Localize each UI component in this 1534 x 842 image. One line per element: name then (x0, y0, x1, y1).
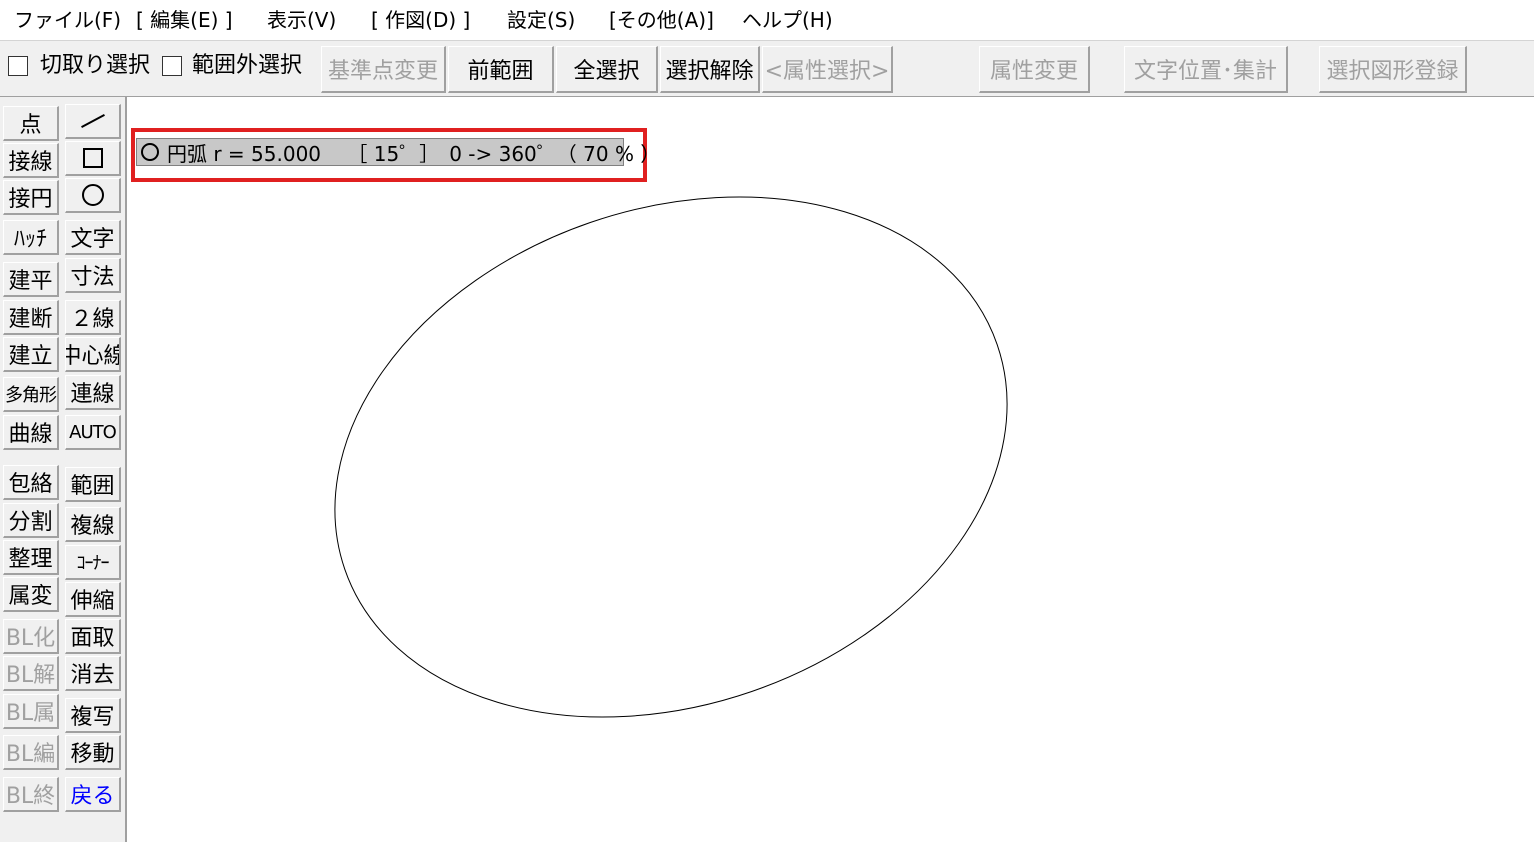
cut-select-checkbox[interactable] (8, 56, 28, 76)
outside-select-checkbox[interactable] (162, 56, 182, 76)
tool-circle[interactable] (65, 178, 121, 213)
tool-palette: 点 接線 接円 ﾊｯﾁ 建平 建断 建立 多角形 曲線 包絡 分割 整理 属変 … (0, 97, 127, 842)
tool-tangent-circle[interactable]: 接円 (3, 180, 59, 215)
tool-offset-line[interactable]: 複線 (65, 507, 121, 542)
tool-copy[interactable]: 複写 (65, 698, 121, 733)
circle-shape[interactable] (264, 110, 1078, 804)
tool-organize[interactable]: 整理 (3, 540, 59, 575)
tool-curve[interactable]: 曲線 (3, 415, 59, 450)
tool-stretch[interactable]: 伸縮 (65, 582, 121, 617)
menu-settings[interactable]: 設定(S) (507, 7, 575, 33)
tool-hatch[interactable]: ﾊｯﾁ (3, 220, 59, 255)
tool-block-edit[interactable]: BL編 (3, 735, 59, 770)
toolbar: 切取り選択 範囲外選択 基準点変更 前範囲 全選択 選択解除 <属性選択> 属性… (0, 40, 1534, 97)
tool-block-explode[interactable]: BL解 (3, 656, 59, 691)
tool-tangent-line[interactable]: 接線 (3, 143, 59, 178)
tool-undo[interactable]: 戻る (65, 777, 121, 812)
status-text: 円弧 r = 55.000 ［ 15゜］ 0 -> 360゜（ 70 % ） (167, 141, 661, 166)
menu-help[interactable]: ヘルプ(H) (742, 7, 833, 33)
menu-other[interactable]: [その他(A)] (609, 7, 714, 33)
rectangle-icon (82, 148, 103, 168)
status-readout: 円弧 r = 55.000 ［ 15゜］ 0 -> 360゜（ 70 % ） (136, 138, 660, 166)
tool-text[interactable]: 文字 (65, 220, 121, 255)
tool-move[interactable]: 移動 (65, 735, 121, 770)
text-position-total-button[interactable]: 文字位置･集計 (1124, 46, 1288, 93)
tool-corner[interactable]: ｺｰﾅｰ (65, 545, 121, 580)
tool-arch-elevation[interactable]: 建立 (3, 337, 59, 372)
tool-arch-section[interactable]: 建断 (3, 300, 59, 335)
select-all-button[interactable]: 全選択 (556, 46, 658, 93)
tool-block-end[interactable]: BL終 (3, 777, 59, 812)
tool-double-line[interactable]: ２線 (65, 300, 121, 335)
circle-icon (141, 143, 159, 161)
tool-attribute-change[interactable]: 属変 (3, 577, 59, 612)
tool-dimension[interactable]: 寸法 (65, 258, 121, 293)
attribute-change-button[interactable]: 属性変更 (979, 46, 1090, 93)
attribute-select-button[interactable]: <属性選択> (762, 46, 893, 93)
tool-block-attribute[interactable]: BL属 (3, 694, 59, 729)
tool-erase[interactable]: 消去 (65, 656, 121, 691)
drawing-area[interactable] (127, 97, 1534, 842)
line-icon (80, 114, 105, 128)
tool-divide[interactable]: 分割 (3, 503, 59, 538)
menu-draw[interactable]: [ 作図(D) ] (371, 7, 470, 33)
menu-view[interactable]: 表示(V) (267, 7, 336, 33)
tool-point[interactable]: 点 (3, 106, 59, 141)
drawing-canvas[interactable]: 円弧 r = 55.000 ［ 15゜］ 0 -> 360゜（ 70 % ） (127, 97, 1534, 842)
tool-continuous-line[interactable]: 連線 (65, 375, 121, 410)
previous-range-button[interactable]: 前範囲 (448, 46, 554, 93)
change-base-point-button[interactable]: 基準点変更 (321, 46, 446, 93)
outside-select-label: 範囲外選択 (192, 53, 303, 78)
tool-polygon[interactable]: 多角形 (3, 377, 59, 412)
tool-center-line[interactable]: 中心線 (65, 337, 121, 372)
tool-line[interactable] (65, 104, 121, 139)
tool-auto[interactable]: AUTO (65, 415, 121, 450)
menu-bar: ファイル(F) [ 編集(E) ] 表示(V) [ 作図(D) ] 設定(S) … (0, 0, 1534, 40)
tool-block-create[interactable]: BL化 (3, 619, 59, 654)
circle-icon (81, 184, 104, 206)
menu-edit[interactable]: [ 編集(E) ] (136, 7, 233, 33)
tool-envelope[interactable]: 包絡 (3, 465, 59, 500)
tool-rectangle[interactable] (65, 141, 121, 176)
menu-file[interactable]: ファイル(F) (14, 7, 121, 33)
tool-arch-plan[interactable]: 建平 (3, 262, 59, 297)
tool-range[interactable]: 範囲 (65, 467, 121, 502)
deselect-button[interactable]: 選択解除 (660, 46, 760, 93)
register-selection-button[interactable]: 選択図形登録 (1319, 46, 1467, 93)
tool-chamfer[interactable]: 面取 (65, 619, 121, 654)
cut-select-label: 切取り選択 (40, 53, 151, 78)
